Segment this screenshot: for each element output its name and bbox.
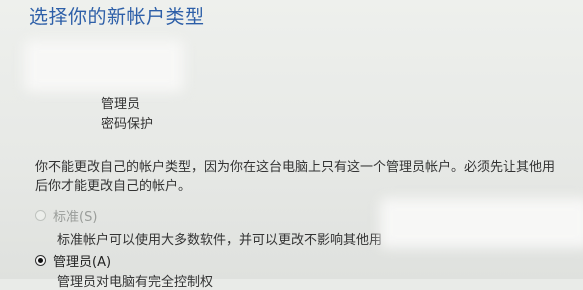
standard-account-option: 标准(S) [35,206,97,225]
change-account-type-page: 选择你的新帐户类型 管理员 密码保护 你不能更改自己的帐户类型，因为你在这台电脑… [0,0,583,290]
warning-message: 你不能更改自己的帐户类型，因为你在这台电脑上只有这一个管理员帐户。必须先让其他用… [35,158,583,196]
radio-selected-dot [38,258,43,263]
administrator-radio[interactable] [35,255,46,266]
standard-description: 标准帐户可以使用大多数软件，并可以更改不影响其他用 [57,233,383,248]
account-picture-obscured [24,40,184,92]
standard-radio-label: 标准(S) [53,210,98,225]
account-password-status: 密码保护 [101,117,154,132]
account-role-label: 管理员 [101,97,141,112]
standard-radio [35,210,46,221]
administrator-radio-label[interactable]: 管理员(A) [53,251,111,270]
administrator-account-option[interactable]: 管理员(A) [35,251,111,270]
obscured-region [380,198,583,248]
warning-line-2: 后你才能更改自己的帐户。 [35,179,192,194]
page-title: 选择你的新帐户类型 [29,6,205,28]
administrator-description: 管理员对电脑有完全控制权 [57,275,214,290]
warning-line-1: 你不能更改自己的帐户类型，因为你在这台电脑上只有这一个管理员帐户。必须先让其他用 [35,160,556,175]
